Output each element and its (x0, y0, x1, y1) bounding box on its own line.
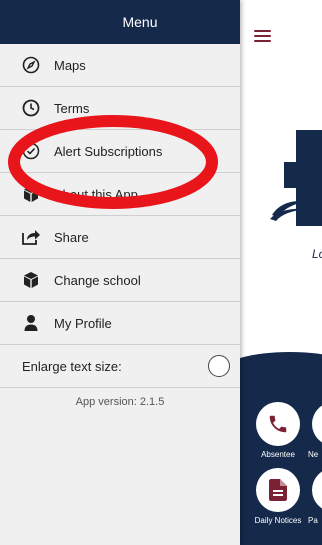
menu-item-maps[interactable]: Maps (0, 44, 240, 87)
enlarge-text-label: Enlarge text size: (22, 358, 122, 374)
enlarge-text-toggle[interactable] (208, 355, 230, 377)
tile-daily-notices-label: Daily Notices (254, 516, 302, 525)
tile-absentee-label: Absentee (261, 450, 295, 459)
tile-news-label: Ne (308, 450, 319, 459)
app-header (240, 0, 322, 62)
menu-item-alert-subscriptions[interactable]: Alert Subscriptions (0, 130, 240, 173)
menu-item-share[interactable]: Share (0, 216, 240, 259)
menu-item-about-this-app[interactable]: About this App (0, 173, 240, 216)
menu-item-label: Maps (54, 57, 86, 73)
menu-item-label: Alert Subscriptions (54, 143, 163, 159)
hero-text: Lo (312, 247, 322, 261)
menu-item-label: About this App (54, 186, 138, 202)
cube-icon (22, 185, 40, 203)
app-main: Lo Absentee Ne Daily Notices Pa (240, 0, 322, 545)
document-icon (269, 479, 287, 501)
menu-item-my-profile[interactable]: My Profile (0, 302, 240, 345)
cube-icon (22, 271, 40, 289)
user-icon (22, 314, 40, 332)
phone-icon (269, 415, 287, 433)
menu-item-change-school[interactable]: Change school (0, 259, 240, 302)
app-version: App version: 2.1.5 (75, 396, 165, 408)
tile-news[interactable]: Ne (304, 402, 322, 459)
tile-parents-label: Pa (308, 516, 318, 525)
tile-absentee-circle (256, 402, 300, 446)
menu-item-label: Terms (54, 100, 90, 116)
tile-daily-notices-circle (256, 468, 300, 512)
school-logo-swoosh-icon (270, 200, 308, 221)
enlarge-text-row: Enlarge text size: (0, 345, 240, 388)
menu-item-label: Change school (54, 272, 141, 288)
tile-daily-notices[interactable]: Daily Notices (248, 468, 308, 525)
compass-icon (22, 56, 40, 74)
share-icon (22, 228, 40, 246)
menu-item-label: My Profile (54, 315, 112, 331)
menu-item-terms[interactable]: Terms (0, 87, 240, 130)
menu-header: Menu (0, 0, 240, 44)
tile-absentee[interactable]: Absentee (248, 402, 308, 459)
check-circle-icon (22, 142, 40, 160)
side-menu: Menu Maps Terms Alert Subscriptions Abou… (0, 0, 240, 545)
tile-parents[interactable]: Pa (304, 468, 322, 525)
partial-tile-icon (312, 468, 322, 512)
partial-tile-icon (312, 402, 322, 446)
menu-item-label: Share (54, 229, 89, 245)
hamburger-menu-icon[interactable] (254, 30, 271, 42)
school-logo-cross (284, 130, 322, 240)
clock-icon (22, 99, 40, 117)
